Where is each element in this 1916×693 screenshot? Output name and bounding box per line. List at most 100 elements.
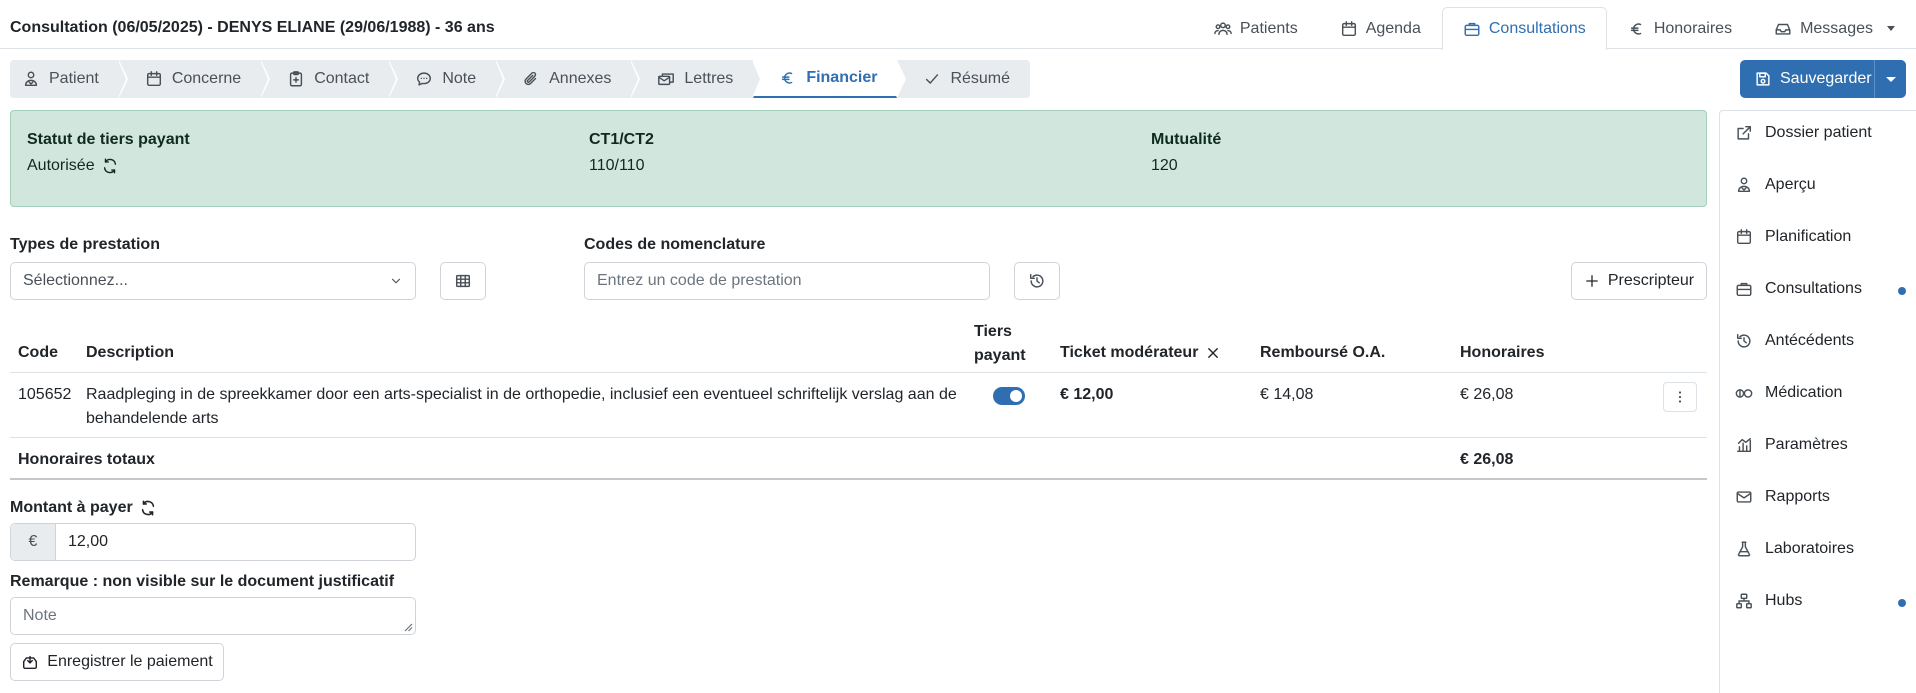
paperclip-icon xyxy=(524,71,537,86)
mutualite-label: Mutualité xyxy=(1151,131,1222,148)
sidebar-item-antecedents[interactable]: Antécédents xyxy=(1735,332,1854,350)
col-rembourse: Remboursé O.A. xyxy=(1260,344,1386,361)
sidebar-item-label: Hubs xyxy=(1765,592,1803,609)
step-contact[interactable]: Contact xyxy=(261,60,399,98)
sidebar-item-label: Planification xyxy=(1765,228,1852,245)
divider xyxy=(10,372,1707,373)
calendar-icon xyxy=(1736,229,1752,245)
step-label: Concerne xyxy=(171,70,242,87)
refresh-icon[interactable] xyxy=(139,499,157,517)
kebab-menu-icon xyxy=(1678,391,1682,403)
step-label: Note xyxy=(442,70,477,87)
ct-label: CT1/CT2 xyxy=(589,131,654,148)
sidebar-item-label: Dossier patient xyxy=(1765,124,1872,141)
sidebar-item-label: Médication xyxy=(1765,384,1843,401)
row-code: 105652 xyxy=(18,386,72,403)
calendar-icon xyxy=(1341,20,1356,36)
refresh-icon[interactable] xyxy=(101,157,119,175)
step-concerne[interactable]: Concerne xyxy=(119,60,271,98)
resize-handle-icon[interactable] xyxy=(403,622,413,632)
divider xyxy=(10,437,1707,438)
types-label: Types de prestation xyxy=(10,236,160,253)
step-label: Lettres xyxy=(684,70,734,87)
topnav-patients[interactable]: Patients xyxy=(1193,7,1319,49)
plus-icon xyxy=(1586,275,1598,287)
topnav-agenda[interactable]: Agenda xyxy=(1319,7,1442,49)
topnav-consultations[interactable]: Consultations xyxy=(1441,7,1607,50)
history-icon xyxy=(1029,273,1044,288)
close-icon[interactable] xyxy=(1206,346,1220,360)
save-label: Sauvegarder xyxy=(1780,70,1872,87)
topnav-honoraires[interactable]: Honoraires xyxy=(1607,7,1753,49)
step-annexes[interactable]: Annexes xyxy=(496,60,641,98)
tiers-status-block: Statut de tiers payant Autorisée xyxy=(27,131,190,175)
chevron-down-icon xyxy=(1887,26,1895,31)
save-button-group: Sauvegarder xyxy=(1740,60,1906,98)
topnav-label: Consultations xyxy=(1488,20,1586,37)
step-resume[interactable]: Résumé xyxy=(897,60,1030,98)
record-payment-button[interactable]: Enregistrer le paiement xyxy=(10,643,224,681)
step-label: Contact xyxy=(314,70,370,87)
toggle-knob xyxy=(1010,390,1022,402)
tiers-payant-toggle[interactable] xyxy=(993,387,1025,405)
prescripteur-button[interactable]: Prescripteur xyxy=(1571,262,1707,300)
sidebar-item-apercu[interactable]: Aperçu xyxy=(1735,176,1816,194)
step-lettres[interactable]: Lettres xyxy=(631,60,763,98)
tiers-status-value: Autorisée xyxy=(27,157,190,175)
mutualite-value: 120 xyxy=(1151,157,1178,174)
table-view-button[interactable] xyxy=(440,262,486,300)
col-tiers-line2: payant xyxy=(974,347,1026,364)
col-ticket: Ticket modérateur xyxy=(1060,344,1220,362)
col-honoraires: Honoraires xyxy=(1460,344,1545,361)
step-financier[interactable]: Financier xyxy=(753,60,907,98)
step-note[interactable]: Note xyxy=(389,60,505,98)
divider xyxy=(10,478,1707,480)
save-dropdown-toggle[interactable] xyxy=(1874,60,1906,98)
floppy-disk-icon xyxy=(1756,72,1770,86)
pills-icon xyxy=(1735,389,1753,398)
code-search-placeholder: Entrez un code de prestation xyxy=(597,272,802,289)
types-select[interactable]: Sélectionnez... xyxy=(10,262,416,300)
remark-label: Remarque : non visible sur le document j… xyxy=(10,573,395,590)
topnav-label: Patients xyxy=(1239,19,1298,37)
col-ticket-label: Ticket modérateur xyxy=(1060,344,1199,361)
sidebar-item-label: Rapports xyxy=(1765,488,1830,505)
sidebar-item-medication[interactable]: Médication xyxy=(1735,384,1842,402)
clipboard-plus-icon xyxy=(290,71,303,87)
ct-value: 110/110 xyxy=(589,157,645,174)
row-honoraires: € 26,08 xyxy=(1460,386,1514,403)
notification-dot xyxy=(1898,287,1906,295)
sidebar-item-parametres[interactable]: Paramètres xyxy=(1735,436,1848,454)
currency-prefix: € xyxy=(11,524,56,560)
sidebar-item-rapports[interactable]: Rapports xyxy=(1735,488,1830,506)
notification-dot xyxy=(1898,599,1906,607)
sidebar-item-laboratoires[interactable]: Laboratoires xyxy=(1735,540,1854,558)
tiers-status-label: Statut de tiers payant xyxy=(27,131,190,148)
network-icon xyxy=(1736,593,1752,609)
sidebar-item-dossier-patient[interactable]: Dossier patient xyxy=(1735,124,1872,142)
sidebar-item-consultations[interactable]: Consultations xyxy=(1735,280,1862,298)
code-search-input[interactable]: Entrez un code de prestation xyxy=(584,262,990,300)
amount-input-group: € 12,00 xyxy=(10,523,416,561)
note-textarea[interactable]: Note xyxy=(10,597,416,635)
euro-icon xyxy=(1630,22,1642,35)
bar-chart-icon xyxy=(1736,437,1752,453)
amount-input[interactable]: 12,00 xyxy=(56,524,108,560)
topnav-label: Agenda xyxy=(1365,19,1421,37)
topnav-messages[interactable]: Messages xyxy=(1753,7,1916,49)
step-label: Patient xyxy=(49,70,99,87)
sidebar-item-label: Aperçu xyxy=(1765,176,1816,193)
row-actions-button[interactable] xyxy=(1663,382,1697,412)
history-button[interactable] xyxy=(1014,262,1060,300)
tiers-payant-status-panel: Statut de tiers payant Autorisée CT1/CT2… xyxy=(10,110,1707,207)
check-icon xyxy=(926,74,939,84)
right-sidebar: Dossier patient Aperçu Planification Con… xyxy=(1719,110,1916,693)
save-button[interactable]: Sauvegarder xyxy=(1740,60,1874,98)
step-patient[interactable]: Patient xyxy=(10,60,128,98)
row-rembourse: € 14,08 xyxy=(1260,386,1314,403)
table-icon xyxy=(455,274,471,288)
prescripteur-label: Prescripteur xyxy=(1607,272,1695,289)
tiers-status-text: Autorisée xyxy=(27,157,95,174)
sidebar-item-planification[interactable]: Planification xyxy=(1735,228,1851,246)
sidebar-item-hubs[interactable]: Hubs xyxy=(1735,592,1802,610)
